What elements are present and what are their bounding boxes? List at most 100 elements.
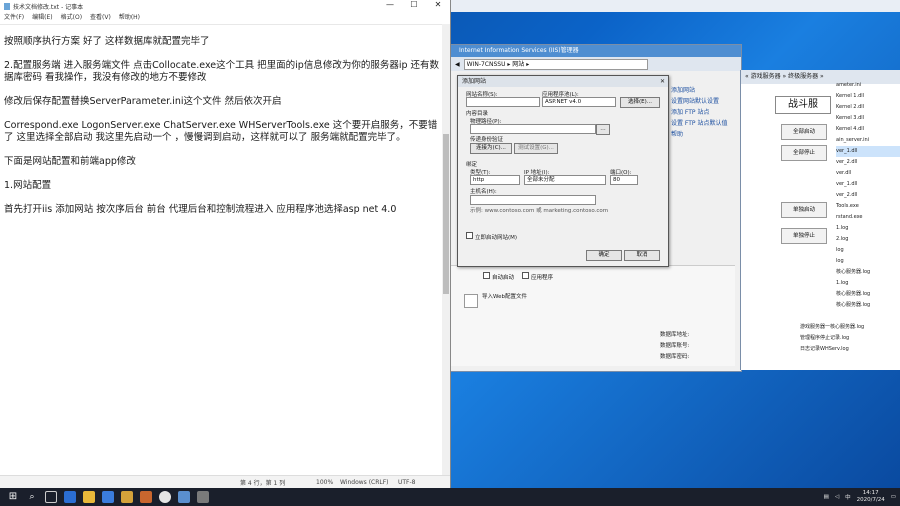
file-item[interactable]: ver.dll — [836, 168, 900, 179]
network-icon[interactable]: ▤ — [824, 494, 829, 500]
stop-single-button[interactable]: 单独停止 — [781, 228, 827, 244]
ip-select[interactable]: 全部未分配 — [524, 175, 606, 185]
ime-icon[interactable]: 中 — [845, 493, 851, 501]
store-icon[interactable] — [102, 491, 114, 503]
iis-action-help[interactable]: 帮助 — [671, 129, 735, 140]
scroll-thumb[interactable] — [443, 134, 449, 294]
background-window-titlebar — [450, 0, 900, 12]
file-item[interactable]: Kernel 3.dll — [836, 113, 900, 124]
text-paragraph: Correspond.exe LogonServer.exe ChatServe… — [4, 120, 438, 143]
iis-actions-panel: 添加网站 设置网站默认设置 添加 FTP 站点 设置 FTP 站点默认值 帮助 — [671, 85, 735, 140]
close-icon[interactable]: ✕ — [426, 0, 450, 9]
text-paragraph: 1.网站配置 — [4, 180, 52, 191]
type-select[interactable]: http — [470, 175, 520, 185]
start-all-button[interactable]: 全部启动 — [781, 124, 827, 140]
iis-action-site-defaults[interactable]: 设置网站默认设置 — [671, 96, 735, 107]
minimize-icon[interactable]: — — [378, 0, 402, 9]
connect-as-button[interactable]: 连接为(C)... — [470, 143, 512, 154]
file-item[interactable]: 1.log — [836, 223, 900, 234]
file-list: ameter.ini Kernel 1.dll Kernel 2.dll Ker… — [836, 80, 900, 311]
host-field[interactable] — [470, 195, 596, 205]
iis-action-ftp-defaults[interactable]: 设置 FTP 站点默认值 — [671, 118, 735, 129]
back-icon[interactable]: ◀ — [455, 61, 460, 68]
file-item[interactable]: rstand.exe — [836, 212, 900, 223]
file-item[interactable]: 2.log — [836, 234, 900, 245]
test-settings-button[interactable]: 测试设置(G)... — [514, 143, 558, 154]
chrome-icon[interactable] — [159, 491, 171, 503]
file-item[interactable]: log — [836, 245, 900, 256]
file-item[interactable]: Kernel 2.dll — [836, 102, 900, 113]
task-view-icon[interactable] — [45, 491, 57, 503]
edge-icon[interactable] — [64, 491, 76, 503]
file-item[interactable]: ameter.ini — [836, 80, 900, 91]
menu-help[interactable]: 帮助(H) — [119, 12, 140, 24]
add-website-dialog[interactable]: 添加网站 ✕ 网站名称(S): 应用程序池(L): ASP.NET v4.0 选择… — [457, 75, 669, 267]
file-item[interactable]: 1.log — [836, 278, 900, 289]
notification-icon[interactable]: ▭ — [891, 494, 896, 500]
file-item[interactable]: 日志记录WHServ.log — [800, 344, 864, 355]
notepad-window[interactable]: 技术文档修改.txt - 记事本 — ☐ ✕ 文件(F) 编辑(E) 格式(O)… — [0, 0, 451, 488]
ok-button[interactable]: 确定 — [586, 250, 622, 261]
physical-path-field[interactable] — [470, 124, 596, 134]
start-site-checkbox[interactable]: 立即启动网站(M) — [466, 232, 517, 241]
select-pool-button[interactable]: 选择(E)... — [620, 97, 660, 108]
system-tray: ▤ ◁ 中 14:17 2020/7/24 ▭ — [824, 488, 896, 506]
iis-action-add-ftp[interactable]: 添加 FTP 站点 — [671, 107, 735, 118]
iis-address-bar[interactable]: ◀ WIN-7CNSSU ▸ 网站 ▸ — [451, 57, 741, 71]
iis-action-add-site[interactable]: 添加网站 — [671, 85, 735, 96]
content-dir-label: 内容目录 — [466, 111, 489, 117]
start-single-button[interactable]: 单独启动 — [781, 202, 827, 218]
config-file-label: 导入Web配置文件 — [482, 294, 527, 300]
notepad-menubar: 文件(F) 编辑(E) 格式(O) 查看(V) 帮助(H) — [0, 12, 450, 25]
taskbar: ⊞ ⌕ ▤ ◁ 中 14:17 2020/7/24 ▭ — [0, 488, 900, 506]
iis-icon[interactable] — [178, 491, 190, 503]
site-name-field[interactable] — [466, 97, 540, 107]
iis-check-app[interactable]: 应用程序 — [522, 272, 553, 281]
db-settings-labels: 数据库地址: 数据库账号: 数据库密码: — [660, 330, 750, 370]
host-label: 主机名(H): — [470, 189, 497, 195]
notepad-task-icon[interactable] — [197, 491, 209, 503]
file-item[interactable]: ver_2.dll — [836, 190, 900, 201]
file-item[interactable]: ver_1.dll — [836, 179, 900, 190]
start-icon[interactable]: ⊞ — [7, 491, 19, 503]
folder-icon[interactable] — [121, 491, 133, 503]
file-item[interactable]: log — [836, 256, 900, 267]
iis-check-autostart[interactable]: 自动启动 — [483, 272, 514, 281]
config-file-icon[interactable] — [464, 294, 478, 308]
file-list-bottom: 游戏服务器一核心服务器.log 管理程序停止记录.log 日志记录WHServ.… — [800, 322, 864, 355]
menu-view[interactable]: 查看(V) — [90, 12, 111, 24]
file-item[interactable]: ver_1.dll — [836, 146, 900, 157]
iis-address-box[interactable]: WIN-7CNSSU ▸ 网站 ▸ — [463, 58, 648, 70]
port-field[interactable]: 80 — [610, 175, 638, 185]
menu-edit[interactable]: 编辑(E) — [32, 12, 52, 24]
notepad-scrollbar[interactable] — [442, 24, 450, 476]
file-item[interactable]: 核心服务器.log — [836, 289, 900, 300]
status-eol: Windows (CRLF) — [340, 478, 389, 486]
file-item[interactable]: 核心服务器.log — [836, 267, 900, 278]
volume-icon[interactable]: ◁ — [835, 494, 839, 500]
app-icon[interactable] — [140, 491, 152, 503]
close-icon[interactable]: ✕ — [660, 76, 665, 87]
file-item[interactable]: Kernel 1.dll — [836, 91, 900, 102]
search-icon[interactable]: ⌕ — [26, 491, 38, 503]
file-item[interactable]: 核心服务器.log — [836, 300, 900, 311]
file-item[interactable]: Tools.exe — [836, 201, 900, 212]
cancel-button[interactable]: 取消 — [624, 250, 660, 261]
browse-button[interactable]: … — [596, 124, 610, 135]
file-item[interactable]: 游戏服务器一核心服务器.log — [800, 322, 864, 333]
file-item[interactable]: 管理程序停止记录.log — [800, 333, 864, 344]
stop-all-button[interactable]: 全部停止 — [781, 145, 827, 161]
menu-file[interactable]: 文件(F) — [4, 12, 24, 24]
clock[interactable]: 14:17 2020/7/24 — [857, 490, 885, 504]
notepad-statusbar: 第 4 行，第 1 列 100% Windows (CRLF) UTF-8 — [0, 475, 450, 488]
file-explorer-icon[interactable] — [83, 491, 95, 503]
maximize-icon[interactable]: ☐ — [402, 0, 426, 9]
db-password-label: 数据库密码: — [660, 354, 690, 360]
file-item[interactable]: ver_2.dll — [836, 157, 900, 168]
file-item[interactable]: ain_server.ini — [836, 135, 900, 146]
file-item[interactable]: Kernel 4.dll — [836, 124, 900, 135]
app-pool-field[interactable]: ASP.NET v4.0 — [542, 97, 616, 107]
notepad-text-area[interactable]: 按照顺序执行方案 好了 这样数据库就配置完毕了 2.配置服务端 进入服务端文件 … — [4, 36, 440, 228]
menu-format[interactable]: 格式(O) — [61, 12, 82, 24]
text-paragraph: 2.配置服务端 进入服务端文件 点击Collocate.exe这个工具 把里面的… — [4, 60, 440, 83]
